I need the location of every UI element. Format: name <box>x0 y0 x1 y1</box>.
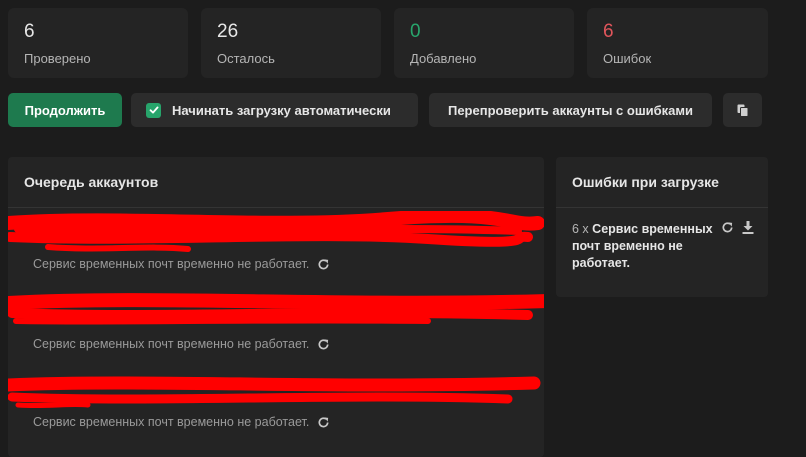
error-actions <box>721 221 754 234</box>
refresh-icon[interactable] <box>721 221 734 234</box>
stat-checked: 6 Проверено <box>8 8 188 78</box>
stat-remaining-value: 26 <box>217 21 239 42</box>
check-icon <box>149 106 158 114</box>
stat-errors: 6 Ошибок <box>587 8 768 78</box>
account-queue-title: Очередь аккаунтов <box>8 157 544 208</box>
queue-item-status: Сервис временных почт временно не работа… <box>33 337 330 351</box>
account-queue-panel: Очередь аккаунтов Сервис временных почт … <box>8 157 544 457</box>
copy-button[interactable] <box>723 93 762 127</box>
recheck-errors-label: Перепроверить аккаунты с ошибками <box>447 102 694 118</box>
upload-errors-panel: Ошибки при загрузке 6 x Сервис временных… <box>556 157 768 297</box>
stat-added-label: Добавлено <box>410 51 477 66</box>
refresh-icon[interactable] <box>317 258 330 271</box>
queue-item-status-text: Сервис временных почт временно не работа… <box>33 415 310 429</box>
redaction-scribble <box>8 376 541 409</box>
stat-remaining-label: Осталось <box>217 51 275 66</box>
stat-checked-value: 6 <box>24 21 35 42</box>
error-text: Сервис временных почт временно не работа… <box>572 222 713 270</box>
auto-load-toggle[interactable]: Начинать загрузку автоматически <box>131 93 418 127</box>
continue-button-label: Продолжить <box>24 102 106 118</box>
error-item: 6 x Сервис временных почт временно не ра… <box>572 221 722 272</box>
queue-item-status-text: Сервис временных почт временно не работа… <box>33 257 310 271</box>
stat-added-value: 0 <box>410 21 421 42</box>
queue-item: Сервис временных почт временно не работа… <box>8 370 544 450</box>
redaction-scribble <box>8 211 544 252</box>
download-icon[interactable] <box>742 221 754 234</box>
queue-item: Сервис временных почт временно не работа… <box>8 290 544 370</box>
recheck-errors-button[interactable]: Перепроверить аккаунты с ошибками <box>429 93 712 127</box>
queue-item-status: Сервис временных почт временно не работа… <box>33 415 330 429</box>
queue-item-status-text: Сервис временных почт временно не работа… <box>33 337 310 351</box>
auto-load-checkbox[interactable] <box>146 102 161 118</box>
refresh-icon[interactable] <box>317 338 330 351</box>
copy-icon <box>737 104 748 117</box>
stat-remaining: 26 Осталось <box>201 8 381 78</box>
refresh-icon[interactable] <box>317 416 330 429</box>
redaction-scribble <box>8 293 544 325</box>
stat-added: 0 Добавлено <box>394 8 574 78</box>
stat-errors-value: 6 <box>603 21 614 42</box>
stat-checked-label: Проверено <box>24 51 91 66</box>
queue-item: Сервис временных почт временно не работа… <box>8 208 544 288</box>
continue-button[interactable]: Продолжить <box>8 93 122 127</box>
stat-errors-label: Ошибок <box>603 51 652 66</box>
auto-load-label: Начинать загрузку автоматически <box>172 102 391 118</box>
upload-errors-title: Ошибки при загрузке <box>556 157 768 208</box>
queue-item-status: Сервис временных почт временно не работа… <box>33 257 330 271</box>
error-count: 6 x <box>572 222 589 236</box>
